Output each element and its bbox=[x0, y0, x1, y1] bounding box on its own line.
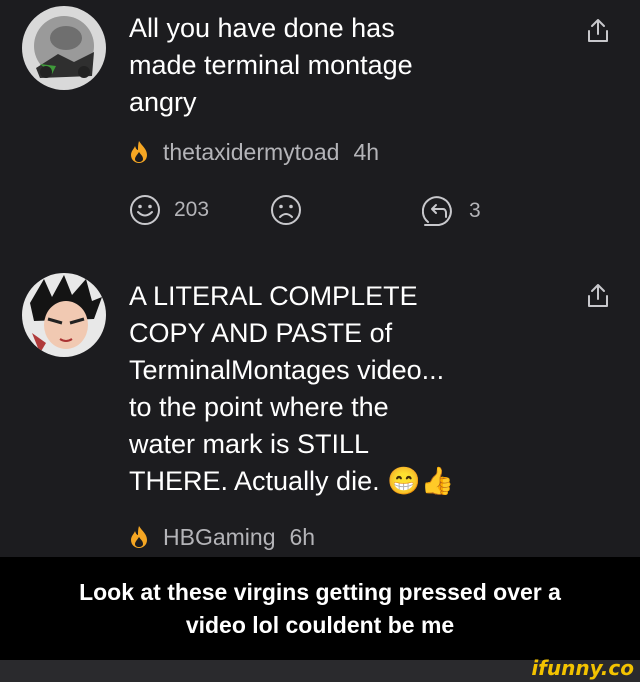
avatar[interactable] bbox=[22, 273, 106, 357]
flame-icon bbox=[131, 141, 147, 163]
share-icon[interactable] bbox=[586, 18, 610, 44]
comment-time: 4h bbox=[353, 138, 380, 165]
avatar[interactable] bbox=[22, 6, 106, 90]
frown-button[interactable] bbox=[270, 194, 302, 226]
comment-author[interactable]: thetaxidermytoad bbox=[163, 139, 339, 166]
comment-time: 6h bbox=[289, 523, 316, 550]
share-icon[interactable] bbox=[586, 283, 610, 309]
smile-count: 203 bbox=[174, 198, 210, 221]
frown-icon bbox=[271, 195, 301, 225]
comment-actions: 203 3 bbox=[129, 192, 609, 228]
comment-text: All you have done has made terminal mont… bbox=[129, 13, 413, 117]
reply-icon bbox=[422, 196, 452, 226]
smile-button[interactable]: 203 bbox=[129, 194, 209, 226]
comment-meta: thetaxidermytoad 4h bbox=[129, 137, 379, 167]
footer-bar: ifunny.co bbox=[0, 656, 640, 682]
comment-author[interactable]: HBGaming bbox=[163, 524, 275, 551]
ifunny-watermark: ifunny.co bbox=[531, 656, 634, 680]
meme-caption: Look at these virgins getting pressed ov… bbox=[0, 557, 640, 660]
caption-text: Look at these virgins getting pressed ov… bbox=[79, 578, 561, 638]
reply-count: 3 bbox=[469, 199, 481, 222]
reply-button[interactable]: 3 bbox=[422, 194, 481, 228]
comment-meta: HBGaming 6h bbox=[129, 522, 315, 552]
flame-icon bbox=[131, 526, 147, 548]
smile-icon bbox=[130, 195, 160, 225]
comment-text: A LITERAL COMPLETE COPY AND PASTE of Ter… bbox=[129, 281, 455, 496]
